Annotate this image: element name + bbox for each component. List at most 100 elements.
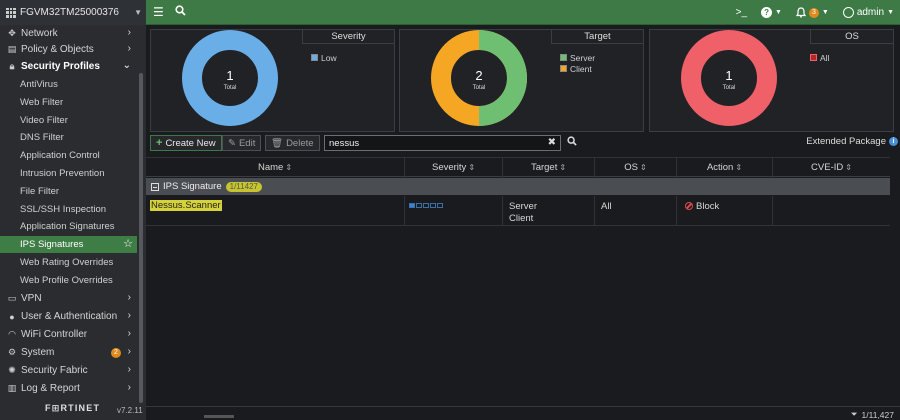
column-header-name[interactable]: Name ⇕ <box>146 158 405 178</box>
user-icon: ● <box>9 311 15 322</box>
clear-search-icon[interactable]: ✖ <box>548 137 556 148</box>
group-count-badge: 1/11427 <box>225 181 262 192</box>
search-icon <box>567 136 577 146</box>
sidebar: ✥ Network › ▤ Policy & Objects › 🔒︎ Secu… <box>0 25 146 420</box>
sidebar-subitem-antivirus[interactable]: AntiVirus <box>0 76 137 93</box>
extended-package-label: Extended Package i <box>806 136 898 147</box>
cell-severity <box>405 196 503 226</box>
filter-icon[interactable]: ⏷ <box>851 409 858 420</box>
group-row[interactable]: IPS Signature 1/11427 <box>146 178 890 195</box>
top-bar: FGVM32TM25000376 ▼ ☰ >_ ? ▼ 3 ▼ admin ▼ <box>0 0 900 25</box>
column-header-severity[interactable]: Severity ⇕ <box>405 158 503 178</box>
plus-icon: + <box>156 137 163 149</box>
severity-widget[interactable]: Severity 1 Total Low <box>150 29 395 132</box>
device-selector[interactable]: FGVM32TM25000376 ▼ <box>0 0 146 25</box>
notifications-menu[interactable]: 3 ▼ <box>795 7 829 18</box>
cli-console-icon[interactable]: >_ <box>736 7 747 18</box>
severity-donut: 1 Total <box>182 30 278 126</box>
column-header-target[interactable]: Target ⇕ <box>503 158 595 178</box>
chevron-right-icon: › <box>127 382 131 393</box>
search-input[interactable]: nessus ✖ <box>324 135 561 151</box>
chevron-down-icon: ⌄ <box>122 60 131 71</box>
search-button[interactable] <box>564 135 580 151</box>
chevron-right-icon: › <box>127 27 131 38</box>
chevron-down-icon: ▼ <box>134 8 142 17</box>
user-menu[interactable]: admin ▼ <box>842 7 894 18</box>
cell-cve-id <box>773 196 890 226</box>
sidebar-item-network[interactable]: ✥ Network › <box>0 25 137 42</box>
horizontal-scrollbar[interactable] <box>204 415 234 418</box>
menu-toggle-icon[interactable]: ☰ <box>153 4 164 21</box>
chevron-right-icon: › <box>127 346 131 357</box>
sidebar-footer: F⊞RTINET v7.2.11 <box>0 396 146 420</box>
cell-name: Nessus.Scanner <box>146 196 405 226</box>
record-count: ⏷ 1/11,427 <box>850 409 894 420</box>
lock-icon: 🔒︎ <box>9 61 15 71</box>
column-header-cve-id[interactable]: CVE-ID ⇕ <box>773 158 890 178</box>
sidebar-item-label: Policy & Objects <box>21 44 94 55</box>
sidebar-item-policy-objects[interactable]: ▤ Policy & Objects › <box>0 41 137 58</box>
table-row[interactable]: Nessus.Scanner Server Client All Block <box>146 196 890 226</box>
notification-count-badge: 3 <box>808 7 819 18</box>
sidebar-item-log-report[interactable]: ▥ Log & Report › <box>0 380 137 397</box>
os-widget[interactable]: OS 1 Total All <box>649 29 894 132</box>
edit-button[interactable]: ✎ Edit <box>222 135 262 151</box>
sidebar-subitem-ips-signatures[interactable]: IPS Signatures ☆ <box>0 236 137 253</box>
chevron-right-icon: › <box>127 292 131 303</box>
table-header: Name ⇕ Severity ⇕ Target ⇕ OS ⇕ Action ⇕ CVE-… <box>146 157 890 178</box>
network-icon: ✥ <box>8 28 16 38</box>
sidebar-subitem-dns-filter[interactable]: DNS Filter <box>0 129 137 146</box>
create-new-button[interactable]: + Create New <box>150 135 222 151</box>
sidebar-item-security-profiles[interactable]: 🔒︎ Security Profiles ⌄ <box>0 58 137 75</box>
chevron-right-icon: › <box>127 310 131 321</box>
donut-total-label: Total <box>723 85 736 91</box>
severity-legend: Low <box>311 52 337 63</box>
collapse-icon[interactable] <box>151 182 159 191</box>
target-widget[interactable]: Target 2 Total Server Client <box>399 29 644 132</box>
sidebar-item-label: Network <box>21 28 58 39</box>
sidebar-subitem-web-rating-overrides[interactable]: Web Rating Overrides <box>0 254 137 271</box>
bell-icon <box>795 7 806 18</box>
sidebar-subitem-web-filter[interactable]: Web Filter <box>0 94 137 111</box>
sidebar-item-user-authentication[interactable]: ● User & Authentication › <box>0 308 137 325</box>
sidebar-item-vpn[interactable]: ▭ VPN › <box>0 290 137 307</box>
user-avatar-icon <box>842 7 854 18</box>
trash-icon: 🗑︎ <box>271 137 284 149</box>
main-content: Severity 1 Total Low Target 2 Total Serv… <box>146 25 900 420</box>
sidebar-item-system[interactable]: ⚙ System 2 › <box>0 344 137 361</box>
sidebar-subitem-intrusion-prevention[interactable]: Intrusion Prevention <box>0 165 137 182</box>
help-menu[interactable]: ? ▼ <box>761 7 782 18</box>
fabric-icon: ✺ <box>8 365 16 375</box>
fortinet-logo-icon <box>6 7 16 18</box>
sidebar-subitem-video-filter[interactable]: Video Filter <box>0 112 137 129</box>
info-icon[interactable]: i <box>889 137 898 146</box>
os-legend: All <box>810 52 829 63</box>
sidebar-scrollbar[interactable] <box>139 73 143 403</box>
widget-title: Severity <box>302 30 394 44</box>
sidebar-subitem-web-profile-overrides[interactable]: Web Profile Overrides <box>0 272 137 289</box>
search-icon[interactable] <box>175 4 186 21</box>
device-name: FGVM32TM25000376 <box>20 7 119 18</box>
sidebar-subitem-application-signatures[interactable]: Application Signatures <box>0 218 137 235</box>
sidebar-item-security-fabric[interactable]: ✺ Security Fabric › <box>0 362 137 379</box>
donut-total-label: Total <box>473 85 486 91</box>
donut-segment-server <box>478 30 527 126</box>
column-header-action[interactable]: Action ⇕ <box>677 158 773 178</box>
widget-title: OS <box>810 30 893 44</box>
sidebar-subitem-file-filter[interactable]: File Filter <box>0 183 137 200</box>
user-name: admin <box>856 7 885 18</box>
severity-level-bar <box>409 203 443 208</box>
sidebar-subitem-ssl-ssh-inspection[interactable]: SSL/SSH Inspection <box>0 201 137 218</box>
block-icon <box>685 202 693 210</box>
fortinet-brand: F⊞RTINET <box>45 403 101 413</box>
sidebar-subitem-application-control[interactable]: Application Control <box>0 147 137 164</box>
toolbar: + Create New ✎ Edit 🗑︎ Delete nessus ✖ E… <box>150 135 898 153</box>
sidebar-item-wifi-controller[interactable]: ◠ WiFi Controller › <box>0 326 137 343</box>
column-header-os[interactable]: OS ⇕ <box>595 158 677 178</box>
target-donut: 2 Total <box>431 30 527 126</box>
system-alert-badge: 2 <box>111 348 121 358</box>
computer-icon: ▭ <box>7 293 17 303</box>
star-icon[interactable]: ☆ <box>123 237 133 250</box>
delete-button[interactable]: 🗑︎ Delete <box>265 135 320 151</box>
cell-os: All <box>595 196 677 226</box>
